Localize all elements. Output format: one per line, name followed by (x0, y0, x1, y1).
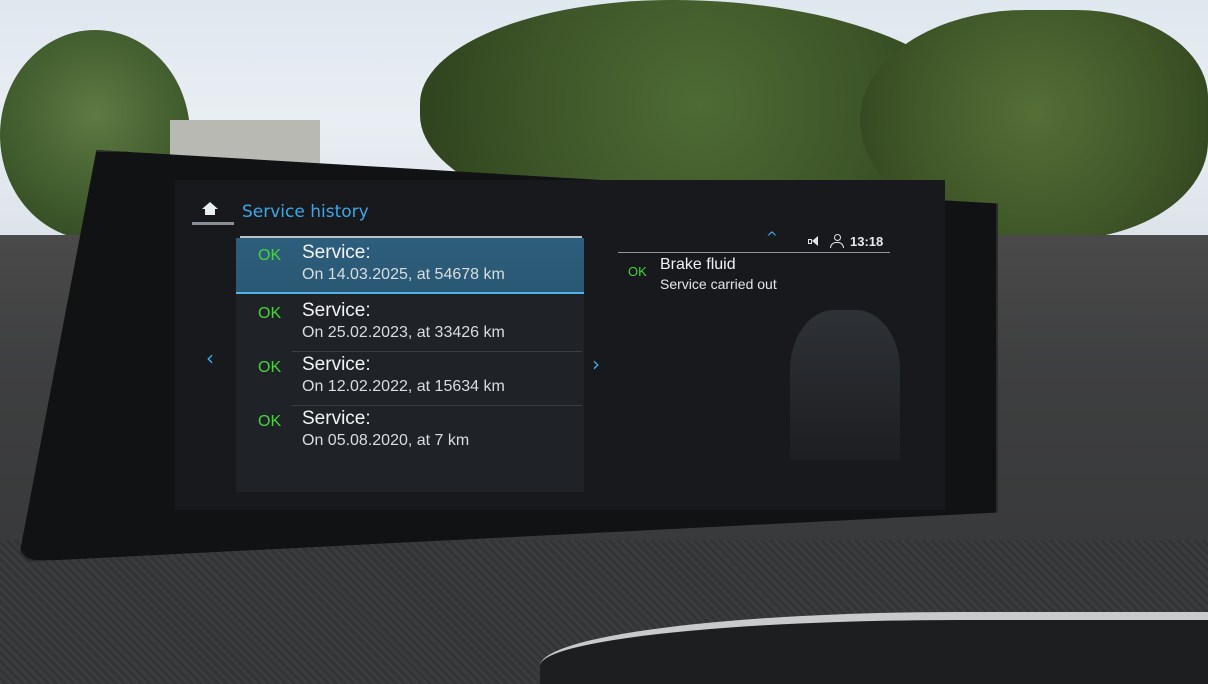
status-divider (618, 252, 890, 253)
user-icon (830, 234, 844, 248)
list-item-title: Service: (302, 408, 371, 429)
status-badge: OK (258, 247, 282, 264)
chevron-right-icon[interactable]: › (592, 352, 600, 376)
clock: 13:18 (850, 234, 884, 249)
status-bar: ^ 13:18 (618, 230, 888, 252)
service-list: OK Service: On 14.03.2025, at 54678 km O… (236, 238, 584, 492)
detail-status-badge: OK (628, 264, 647, 279)
list-item-detail: On 25.02.2023, at 33426 km (302, 324, 505, 341)
chevron-up-icon[interactable]: ^ (766, 230, 778, 246)
list-item[interactable]: OK Service: On 14.03.2025, at 54678 km (236, 238, 584, 294)
list-item-title: Service: (302, 354, 371, 375)
list-item-detail: On 14.03.2025, at 54678 km (302, 266, 505, 283)
list-item-detail: On 05.08.2020, at 7 km (302, 432, 470, 449)
list-item[interactable]: OK Service: On 12.02.2022, at 15634 km (236, 350, 584, 406)
list-item[interactable]: OK Service: On 05.08.2020, at 7 km (236, 404, 584, 460)
home-underline (192, 222, 234, 225)
list-item[interactable]: OK Service: On 25.02.2023, at 33426 km (236, 296, 584, 352)
page-title: Service history (242, 202, 369, 222)
detail-subtitle: Service carried out (660, 276, 777, 292)
list-item-title: Service: (302, 300, 371, 321)
status-badge: OK (258, 413, 282, 430)
detail-title: Brake fluid (660, 256, 736, 273)
screen-reflection (790, 310, 900, 460)
status-badge: OK (258, 305, 282, 322)
status-badge: OK (258, 359, 282, 376)
list-item-detail: On 12.02.2022, at 15634 km (302, 378, 505, 395)
speaker-icon (808, 236, 820, 247)
home-icon[interactable] (202, 202, 218, 216)
list-item-title: Service: (302, 242, 371, 263)
chevron-left-icon[interactable]: ‹ (206, 346, 214, 370)
